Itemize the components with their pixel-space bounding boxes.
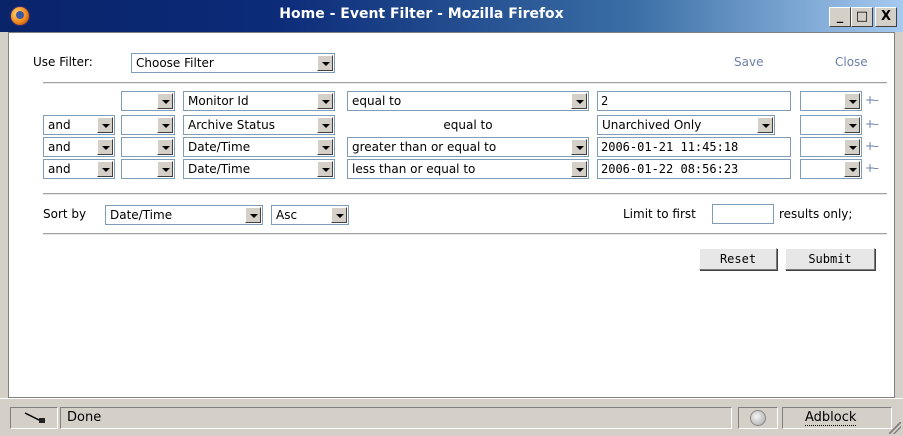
close-paren-select[interactable] — [800, 159, 862, 179]
operator-value: greater than or equal to — [352, 140, 497, 154]
chevron-down-icon — [571, 139, 587, 155]
field-value: Monitor Id — [188, 94, 249, 108]
indicator-light-icon — [750, 410, 766, 426]
operator-select[interactable]: equal to — [347, 91, 589, 111]
close-paren-select[interactable] — [800, 91, 862, 111]
open-paren-select[interactable] — [121, 159, 175, 179]
remove-term-button[interactable]: – — [873, 117, 879, 131]
chevron-down-icon — [844, 139, 860, 155]
limit-input[interactable] — [712, 204, 774, 224]
field-value: Date/Time — [188, 140, 251, 154]
firefox-icon[interactable] — [10, 6, 30, 26]
maximize-button[interactable]: □ — [851, 7, 873, 27]
chevron-down-icon — [245, 207, 261, 223]
window-title: Home - Event Filter - Mozilla Firefox — [279, 6, 564, 22]
conjunction-value: and — [48, 162, 71, 176]
conjunction-select[interactable]: and — [43, 137, 115, 157]
chevron-down-icon — [317, 55, 333, 71]
chevron-down-icon — [331, 207, 347, 223]
sort-field-value: Date/Time — [110, 208, 173, 222]
operator-value: less than or equal to — [352, 162, 476, 176]
sort-direction-value: Asc — [276, 208, 298, 222]
sort-field-select[interactable]: Date/Time — [105, 205, 263, 225]
operator-select[interactable]: greater than or equal to — [347, 137, 589, 157]
chevron-down-icon — [844, 93, 860, 109]
value-input[interactable]: 2006-01-22 08:56:23 — [597, 159, 791, 179]
chevron-down-icon — [317, 117, 333, 133]
chevron-down-icon — [317, 139, 333, 155]
chevron-down-icon — [844, 117, 860, 133]
open-paren-select[interactable] — [121, 137, 175, 157]
field-select[interactable]: Date/Time — [183, 137, 335, 157]
chevron-down-icon — [157, 93, 173, 109]
status-bar: Done Adblock — [0, 398, 903, 436]
chevron-down-icon — [317, 161, 333, 177]
use-filter-value: Choose Filter — [136, 56, 214, 70]
field-select[interactable]: Monitor Id — [183, 91, 335, 111]
operator-text: equal to — [443, 118, 493, 132]
close-paren-select[interactable] — [800, 137, 862, 157]
operator-select[interactable]: less than or equal to — [347, 159, 589, 179]
chevron-down-icon — [97, 139, 113, 155]
open-paren-select[interactable] — [121, 91, 175, 111]
title-bar: Home - Event Filter - Mozilla Firefox _ … — [0, 0, 903, 32]
limit-suffix: results only; — [779, 207, 853, 221]
chevron-down-icon — [157, 117, 173, 133]
remove-term-button[interactable]: – — [873, 139, 879, 153]
conjunction-value: and — [48, 140, 71, 154]
operator-value: equal to — [352, 94, 402, 108]
conjunction-value: and — [48, 118, 71, 132]
status-indicator — [738, 407, 778, 429]
reset-button[interactable]: Reset — [699, 248, 777, 270]
field-select[interactable]: Date/Time — [183, 159, 335, 179]
close-link[interactable]: Close — [835, 55, 868, 69]
chevron-down-icon — [157, 161, 173, 177]
submit-button[interactable]: Submit — [785, 248, 875, 270]
value-select[interactable]: Unarchived Only — [597, 115, 775, 135]
divider — [43, 233, 887, 235]
value-input[interactable]: 2 — [597, 91, 791, 111]
chevron-down-icon — [97, 161, 113, 177]
conjunction-select[interactable]: and — [43, 115, 115, 135]
field-value: Date/Time — [188, 162, 251, 176]
browser-window: Home - Event Filter - Mozilla Firefox _ … — [0, 0, 903, 436]
minimize-button[interactable]: _ — [829, 7, 851, 27]
save-link[interactable]: Save — [734, 55, 763, 69]
chevron-down-icon — [317, 93, 333, 109]
open-paren-select[interactable] — [121, 115, 175, 135]
close-window-button[interactable]: X — [875, 7, 897, 27]
field-value: Archive Status — [188, 118, 275, 132]
chevron-down-icon — [97, 117, 113, 133]
chevron-down-icon — [571, 161, 587, 177]
field-select[interactable]: Archive Status — [183, 115, 335, 135]
chevron-down-icon — [571, 93, 587, 109]
adblock-button[interactable]: Adblock — [782, 407, 892, 429]
use-filter-label: Use Filter: — [33, 55, 93, 69]
chevron-down-icon — [757, 117, 773, 133]
use-filter-select[interactable]: Choose Filter — [131, 53, 335, 73]
connection-icon[interactable] — [10, 407, 58, 429]
limit-label: Limit to first — [623, 207, 696, 221]
chevron-down-icon — [157, 139, 173, 155]
adblock-label: Adblock — [805, 410, 857, 426]
close-paren-select[interactable] — [800, 115, 862, 135]
divider — [43, 193, 887, 195]
chevron-down-icon — [844, 161, 860, 177]
sort-by-label: Sort by — [43, 207, 87, 221]
remove-term-button[interactable]: – — [873, 93, 879, 107]
divider — [43, 82, 887, 84]
remove-term-button[interactable]: – — [873, 161, 879, 175]
value-input[interactable]: 2006-01-21 11:45:18 — [597, 137, 791, 157]
value-text: Unarchived Only — [602, 118, 702, 132]
sort-direction-select[interactable]: Asc — [271, 205, 349, 225]
resize-grip-icon[interactable] — [889, 422, 901, 434]
conjunction-select[interactable]: and — [43, 159, 115, 179]
status-text: Done — [60, 407, 732, 429]
page-content: Use Filter: Choose Filter Save Close Mon… — [8, 32, 895, 398]
